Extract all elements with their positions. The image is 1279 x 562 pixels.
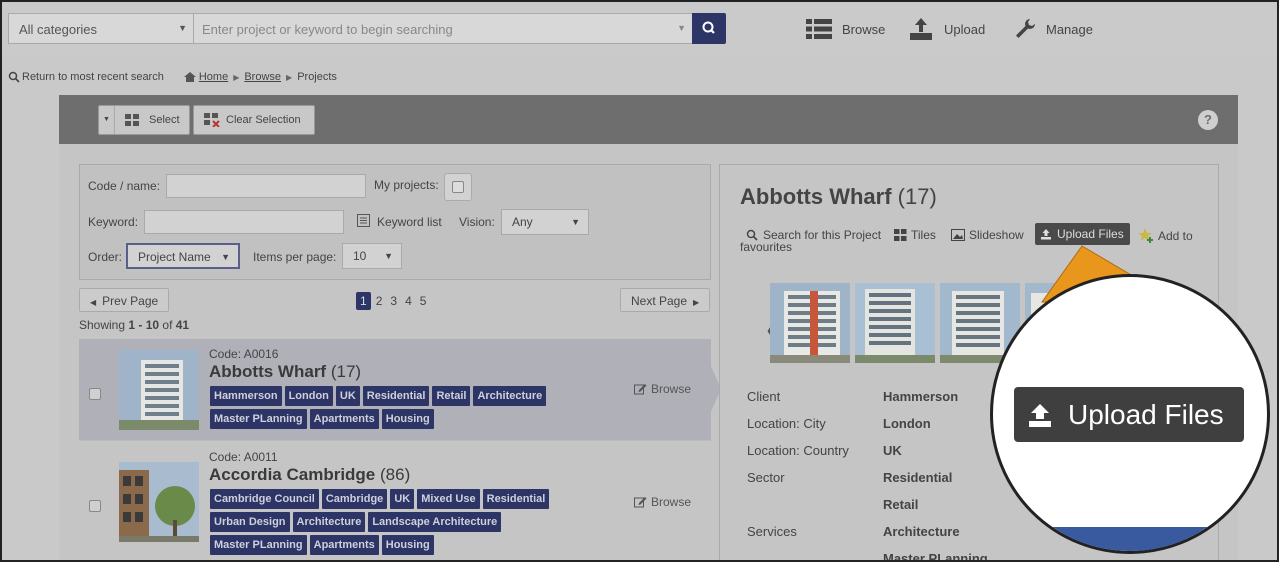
upload-files-zoomed-label: Upload Files (1068, 398, 1224, 430)
upload-icon (1029, 403, 1051, 427)
callout-bottom-band (993, 527, 1267, 551)
upload-files-button-zoomed[interactable]: Upload Files (1014, 387, 1244, 442)
app-window: All categories ▼ Enter project or keywor… (0, 0, 1279, 562)
